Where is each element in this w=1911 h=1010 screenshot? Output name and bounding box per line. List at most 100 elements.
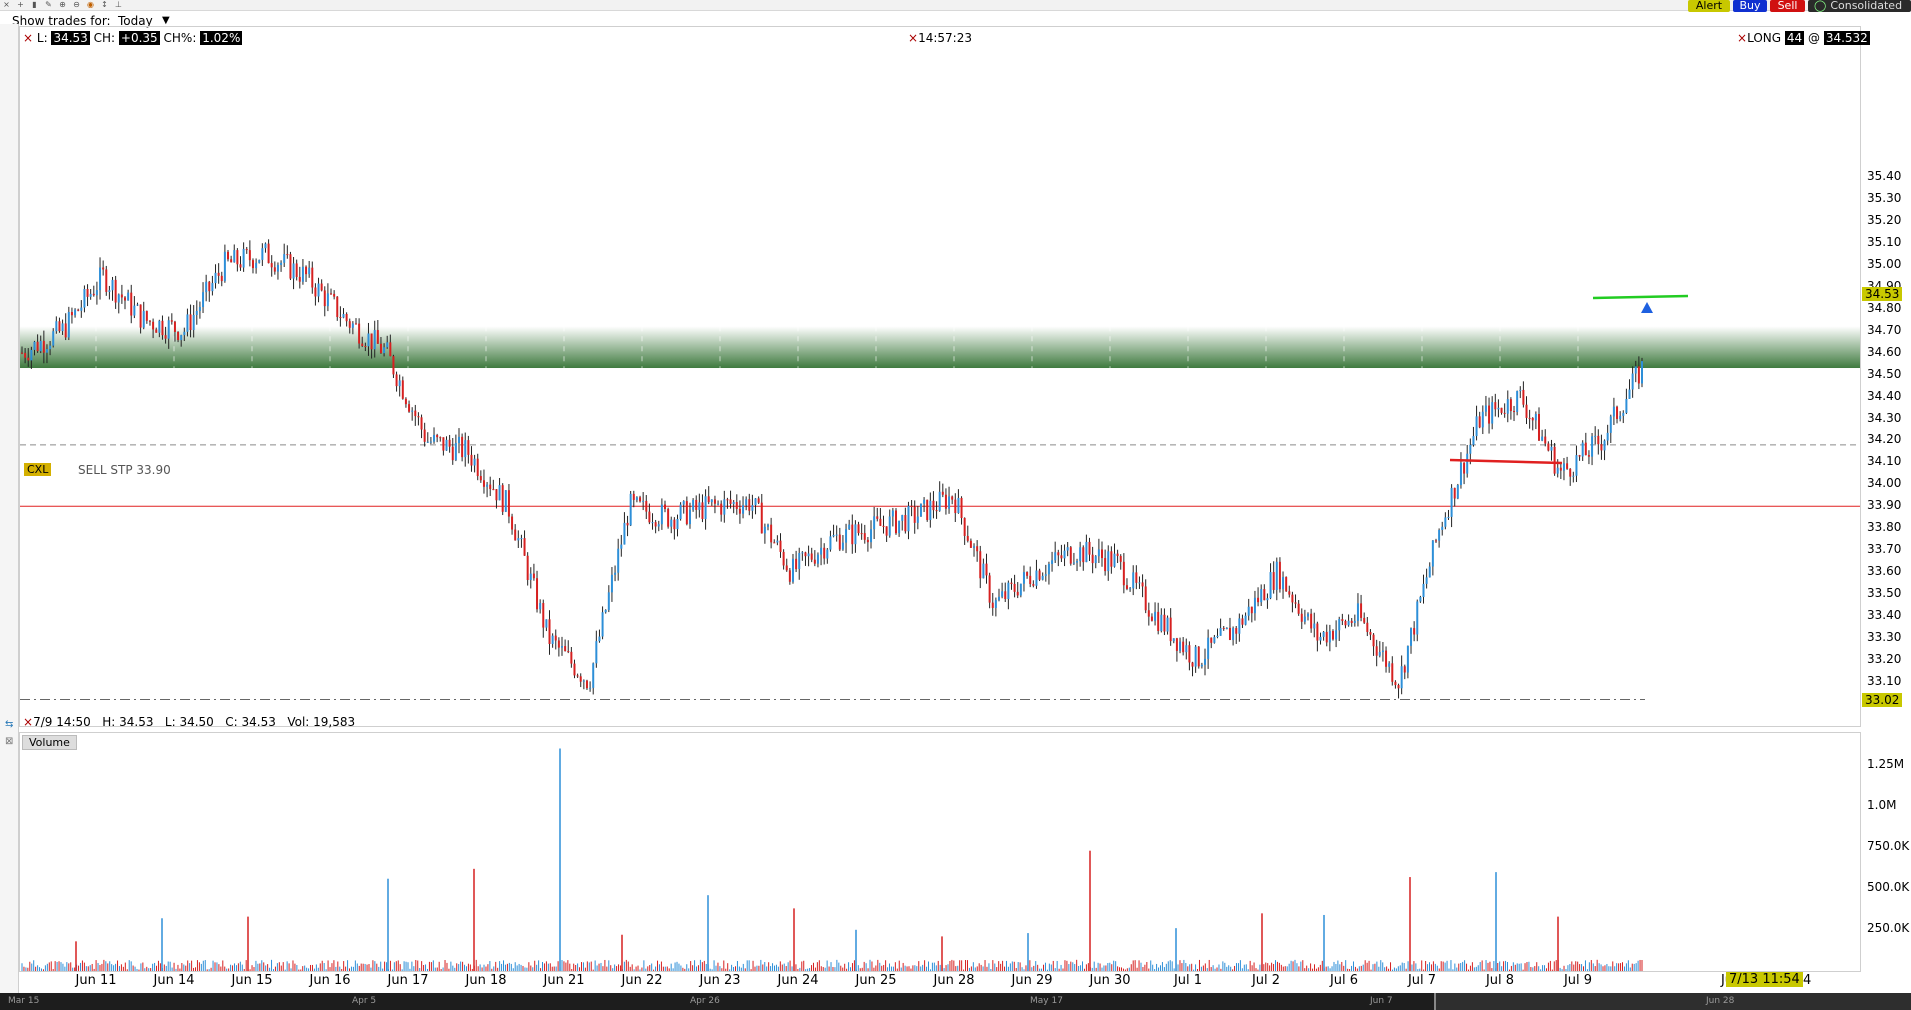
candle-body — [685, 501, 688, 525]
time-tick-label: Jun 21 — [543, 973, 585, 988]
close-icon[interactable]: × — [1737, 31, 1747, 45]
volume-pane[interactable] — [19, 732, 1861, 972]
candle-body — [442, 437, 445, 451]
close-icon[interactable]: × — [23, 31, 33, 45]
candle-body — [461, 436, 464, 458]
candle-body — [601, 612, 604, 637]
candle-body — [314, 287, 317, 297]
candle-body — [635, 497, 638, 500]
candle-body — [982, 563, 985, 579]
candle-body — [158, 320, 161, 333]
candle-body — [1285, 577, 1288, 592]
candle-body — [267, 243, 270, 264]
position-info: ×LONG 44 @ 34.532 — [1737, 31, 1870, 45]
candle-body — [732, 502, 735, 504]
candle-body — [1328, 630, 1331, 643]
candle-body — [882, 525, 885, 527]
overview-tick-label: Apr 5 — [352, 996, 377, 1006]
candle-body — [354, 323, 357, 325]
candle-body — [21, 352, 23, 354]
candle-body — [1044, 574, 1047, 576]
cancel-order-button[interactable]: CXL — [24, 463, 52, 476]
candle-body — [227, 251, 230, 260]
candle-body — [476, 458, 479, 477]
candle-body — [1335, 630, 1338, 640]
price-tick-label: 34.60 — [1867, 344, 1902, 359]
candle-body — [1219, 627, 1222, 636]
candle-body — [1363, 617, 1366, 623]
candle-body — [1506, 399, 1509, 414]
candle-body — [1622, 412, 1625, 416]
candle-body — [770, 524, 773, 543]
candle-body — [1381, 650, 1384, 653]
candle-body — [498, 485, 501, 501]
candle-body — [1603, 440, 1606, 451]
candle-body — [364, 345, 367, 347]
candle-body — [439, 437, 442, 439]
candle-body — [1166, 617, 1169, 632]
candle-body — [1197, 646, 1200, 667]
close-icon[interactable]: × — [23, 715, 33, 729]
candle-body — [717, 503, 720, 505]
candle-body — [479, 476, 482, 481]
candle-body — [916, 516, 919, 523]
low-price-tag: 33.02 — [1862, 693, 1903, 707]
candle-body — [1291, 594, 1294, 603]
candle-body — [688, 509, 691, 525]
candle-body — [1319, 636, 1322, 641]
candle-body — [124, 297, 127, 301]
candle-body — [748, 499, 751, 511]
candle-body — [941, 491, 944, 495]
candle-body — [1456, 485, 1459, 499]
candle-body — [529, 573, 532, 580]
candle-body — [1094, 556, 1097, 564]
candle-body — [1210, 637, 1213, 643]
candle-body — [305, 266, 308, 275]
candle-body — [376, 330, 379, 344]
candle-body — [944, 494, 947, 509]
candle-body — [604, 609, 607, 613]
candle-body — [1503, 412, 1506, 414]
candle-body — [617, 548, 620, 573]
candle-body — [1088, 541, 1091, 555]
candle-body — [1129, 588, 1132, 590]
candle-body — [832, 535, 835, 537]
candle-body — [1481, 411, 1484, 428]
overview-window-handle[interactable] — [1434, 993, 1911, 1010]
candle-body — [95, 290, 98, 296]
candle-body — [788, 570, 791, 582]
candle-body — [1135, 572, 1138, 583]
candle-body — [579, 676, 582, 682]
candle-body — [1578, 455, 1581, 457]
candle-body — [976, 546, 979, 552]
candle-body — [379, 343, 382, 354]
time-tick-label: Jul 7 — [1407, 973, 1437, 988]
candle-body — [1559, 467, 1562, 471]
close-icon[interactable]: × — [908, 31, 918, 45]
candle-body — [1478, 416, 1481, 428]
candle-body — [220, 275, 223, 282]
candle-body — [679, 504, 682, 520]
candle-body — [1587, 455, 1590, 457]
time-tick-label: Jun 16 — [309, 973, 351, 988]
candle-body — [514, 529, 517, 541]
candle-body — [198, 307, 201, 311]
candle-body — [1144, 586, 1147, 611]
time-tick-label: Jun 29 — [1011, 973, 1053, 988]
candle-body — [55, 321, 58, 332]
candle-body — [670, 519, 673, 527]
candle-body — [426, 441, 429, 443]
candle-body — [751, 505, 754, 511]
candle-body — [988, 575, 991, 603]
volume-tick-label: 500.0K — [1867, 880, 1910, 894]
time-tick-label: Jun 17 — [387, 973, 429, 988]
candle-body — [969, 540, 972, 548]
candle-body — [645, 500, 648, 512]
candle-body — [92, 293, 95, 296]
last-value: 34.53 — [51, 31, 90, 45]
candle-body — [202, 292, 205, 308]
candle-body — [1338, 619, 1341, 631]
candle-body — [1216, 635, 1219, 638]
candle-body — [907, 505, 910, 532]
candle-body — [1403, 666, 1406, 673]
